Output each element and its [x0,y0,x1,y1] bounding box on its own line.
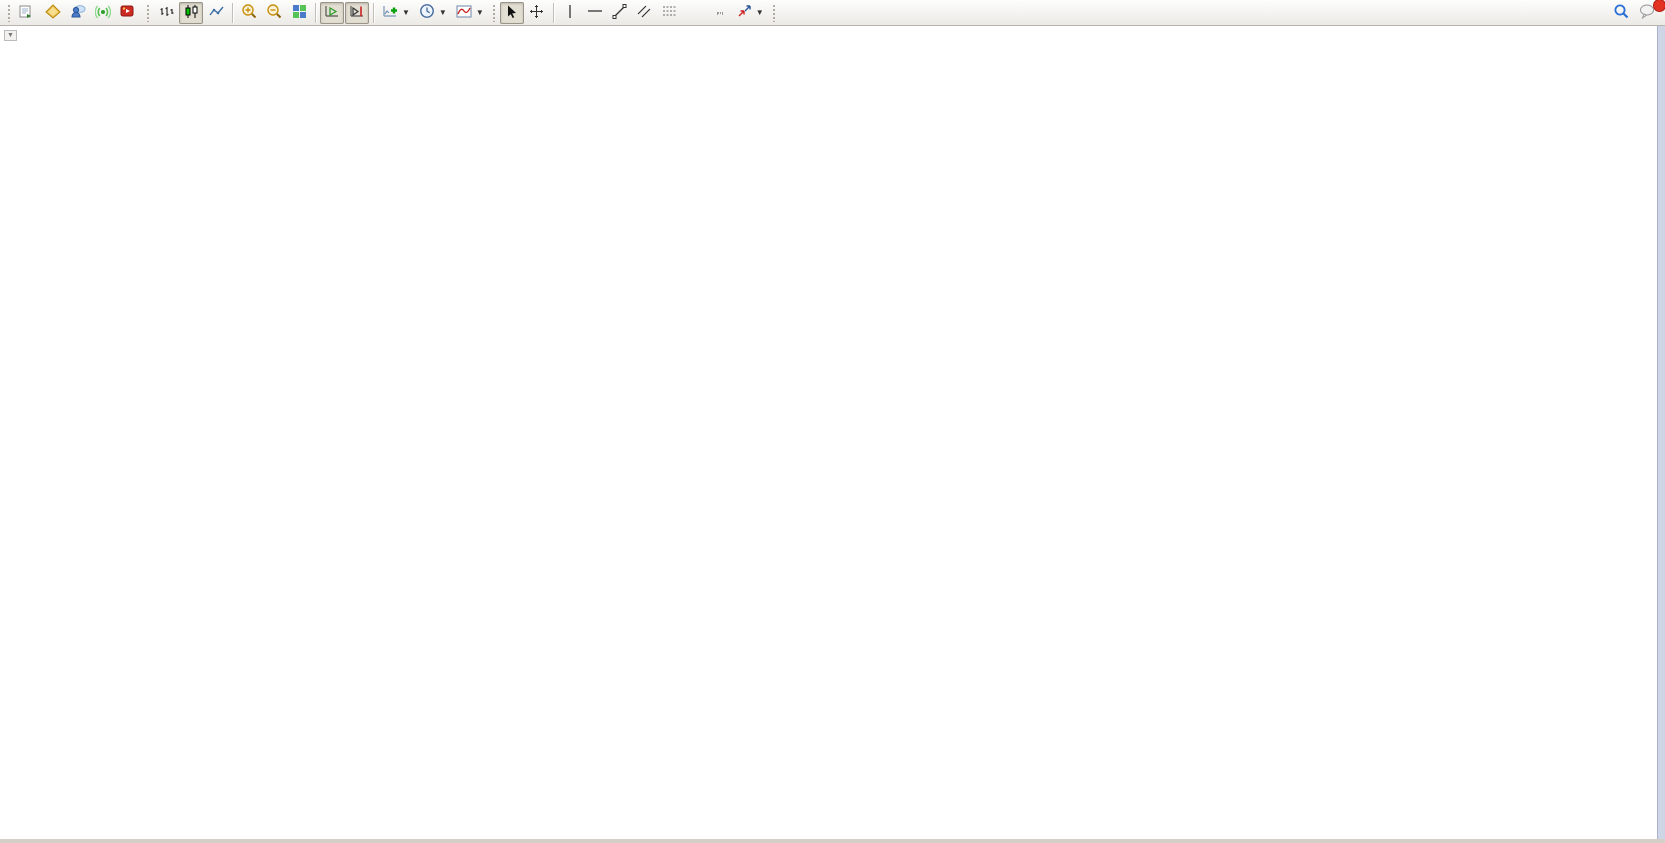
toolbar-drag-handle[interactable] [772,4,776,22]
vertical-line-icon [564,4,576,22]
equidistant-channel-button[interactable] [633,2,657,24]
community-button[interactable] [66,2,90,24]
toolbar-separator [373,3,374,23]
bar-chart-button[interactable] [154,2,178,24]
text-label-button[interactable] [708,2,732,24]
label-tool-icon [717,12,723,14]
trendline-icon [612,4,627,22]
chart-area[interactable]: ▼ [0,26,1665,843]
candlestick-chart-icon [184,4,199,22]
zoom-out-button[interactable] [262,2,286,24]
zoom-out-icon [266,3,282,22]
user-cloud-icon [70,4,86,22]
zoom-in-icon [241,3,257,22]
chart-shift-button[interactable] [345,2,369,24]
new-order-icon [19,4,33,21]
mt4-window: ▼ ▼ ▼ [0,0,1665,843]
new-order-button[interactable] [15,2,40,24]
tile-windows-button[interactable] [287,2,311,24]
chevron-down-icon: ▼ [402,8,410,17]
tile-windows-icon [292,4,307,22]
notifications-button[interactable] [1635,2,1661,24]
chevron-down-icon: ▼ [756,8,764,17]
search-icon [1613,3,1630,23]
toolbar-drag-handle[interactable] [7,4,11,22]
indicators-button[interactable]: ▼ [378,2,414,24]
chevron-down-icon: ▼ [439,8,447,17]
vertical-line-button[interactable] [558,2,582,24]
fibonacci-button[interactable] [658,2,682,24]
candlestick-chart-button[interactable] [179,2,203,24]
template-icon [456,4,472,22]
periods-button[interactable]: ▼ [415,2,451,24]
toolbar-separator [553,3,554,23]
search-button[interactable] [1609,2,1634,24]
signals-button[interactable] [91,2,115,24]
market-watch-button[interactable] [41,2,65,24]
fibonacci-icon [662,4,677,21]
clock-icon [419,3,435,22]
indicators-icon [382,4,398,22]
arrows-button[interactable]: ▼ [733,2,768,24]
right-edge-strip [1657,26,1665,843]
crosshair-icon [529,4,544,22]
arrows-icon [737,4,752,21]
chart-shift-icon [349,4,365,22]
toolbar-separator [232,3,233,23]
cursor-button[interactable] [500,2,524,24]
gold-tag-icon [45,4,61,22]
horizontal-line-icon [587,4,603,21]
line-chart-button[interactable] [204,2,228,24]
auto-trading-button[interactable] [116,2,142,24]
toolbar-drag-handle[interactable] [492,4,496,22]
channel-icon [637,4,651,21]
zoom-in-button[interactable] [237,2,261,24]
bar-chart-icon [159,4,174,22]
horizontal-line-button[interactable] [583,2,607,24]
auto-scroll-icon [324,4,340,22]
chart-canvas[interactable] [0,26,1665,843]
bottom-edge-strip [0,839,1665,843]
auto-trading-icon [120,4,135,21]
notification-count-badge [1653,0,1665,12]
templates-button[interactable]: ▼ [452,2,488,24]
signal-icon [95,4,111,22]
toolbar-separator [315,3,316,23]
toolbar: ▼ ▼ ▼ [0,0,1665,26]
line-chart-icon [209,4,224,22]
cursor-icon [505,4,519,22]
crosshair-button[interactable] [525,2,549,24]
auto-scroll-button[interactable] [320,2,344,24]
trendline-button[interactable] [608,2,632,24]
toolbar-drag-handle[interactable] [146,4,150,22]
text-button[interactable] [683,2,707,24]
chevron-down-icon: ▼ [476,8,484,17]
